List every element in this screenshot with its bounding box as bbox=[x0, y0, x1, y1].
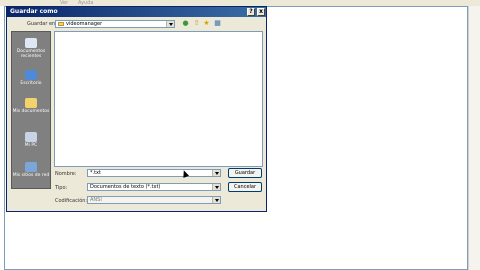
place-label: Mis documentos bbox=[12, 109, 50, 114]
my-documents-icon bbox=[25, 98, 37, 108]
chevron-down-icon[interactable] bbox=[212, 184, 220, 190]
close-icon: x bbox=[259, 8, 263, 15]
place-label: Documentos recientes bbox=[16, 49, 46, 59]
place-my-computer[interactable]: Mi PC bbox=[12, 132, 50, 148]
save-as-dialog: Guardar como ? x Guardar en: videomanage… bbox=[6, 6, 267, 212]
folder-icon bbox=[58, 22, 64, 26]
filename-label: Nombre: bbox=[55, 171, 77, 177]
save-in-value: videomanager bbox=[66, 21, 103, 27]
place-my-documents[interactable]: Mis documentos bbox=[12, 98, 50, 114]
type-label: Tipo: bbox=[55, 185, 68, 191]
cancel-button[interactable]: Cancelar bbox=[228, 182, 262, 192]
up-folder-icon[interactable]: ⇧ bbox=[193, 20, 200, 27]
file-list[interactable] bbox=[54, 31, 263, 167]
place-label: Escritorio bbox=[20, 81, 42, 86]
chevron-down-icon[interactable] bbox=[212, 197, 220, 203]
dialog-title: Guardar como bbox=[10, 8, 58, 15]
save-button[interactable]: Guardar bbox=[228, 168, 262, 178]
new-folder-icon[interactable]: ★ bbox=[203, 20, 210, 27]
close-button[interactable]: x bbox=[257, 8, 265, 16]
my-computer-icon bbox=[25, 132, 37, 142]
place-recent-documents[interactable]: Documentos recientes bbox=[12, 38, 50, 59]
place-desktop[interactable]: Escritorio bbox=[12, 70, 50, 86]
chevron-down-icon[interactable] bbox=[212, 170, 220, 176]
chevron-down-icon[interactable] bbox=[166, 21, 174, 27]
save-in-select[interactable]: videomanager bbox=[55, 20, 175, 28]
place-network[interactable]: Mis sitios de red bbox=[12, 162, 50, 178]
vertical-scrollbar[interactable] bbox=[468, 6, 480, 270]
type-value: Documentos de texto (*.txt) bbox=[90, 184, 161, 190]
dialog-titlebar: Guardar como ? x bbox=[7, 7, 266, 17]
encoding-value: ANSI bbox=[90, 197, 102, 203]
filename-value: *.txt bbox=[90, 170, 101, 176]
recent-documents-icon bbox=[25, 38, 37, 48]
save-in-label: Guardar en: bbox=[27, 21, 57, 27]
places-bar: Documentos recientes Escritorio Mis docu… bbox=[11, 31, 51, 189]
filename-input[interactable]: *.txt bbox=[87, 169, 221, 177]
encoding-select[interactable]: ANSI bbox=[87, 196, 221, 204]
encoding-label: Codificación: bbox=[55, 198, 88, 204]
back-icon[interactable]: ● bbox=[182, 20, 189, 27]
help-button[interactable]: ? bbox=[247, 8, 255, 16]
desktop-icon bbox=[25, 70, 37, 80]
place-label: Mis sitios de red bbox=[12, 173, 50, 178]
network-places-icon bbox=[25, 162, 37, 172]
view-menu-icon[interactable]: ▦ bbox=[214, 20, 221, 27]
type-select[interactable]: Documentos de texto (*.txt) bbox=[87, 183, 221, 191]
help-icon: ? bbox=[249, 8, 253, 15]
place-label: Mi PC bbox=[24, 143, 38, 148]
